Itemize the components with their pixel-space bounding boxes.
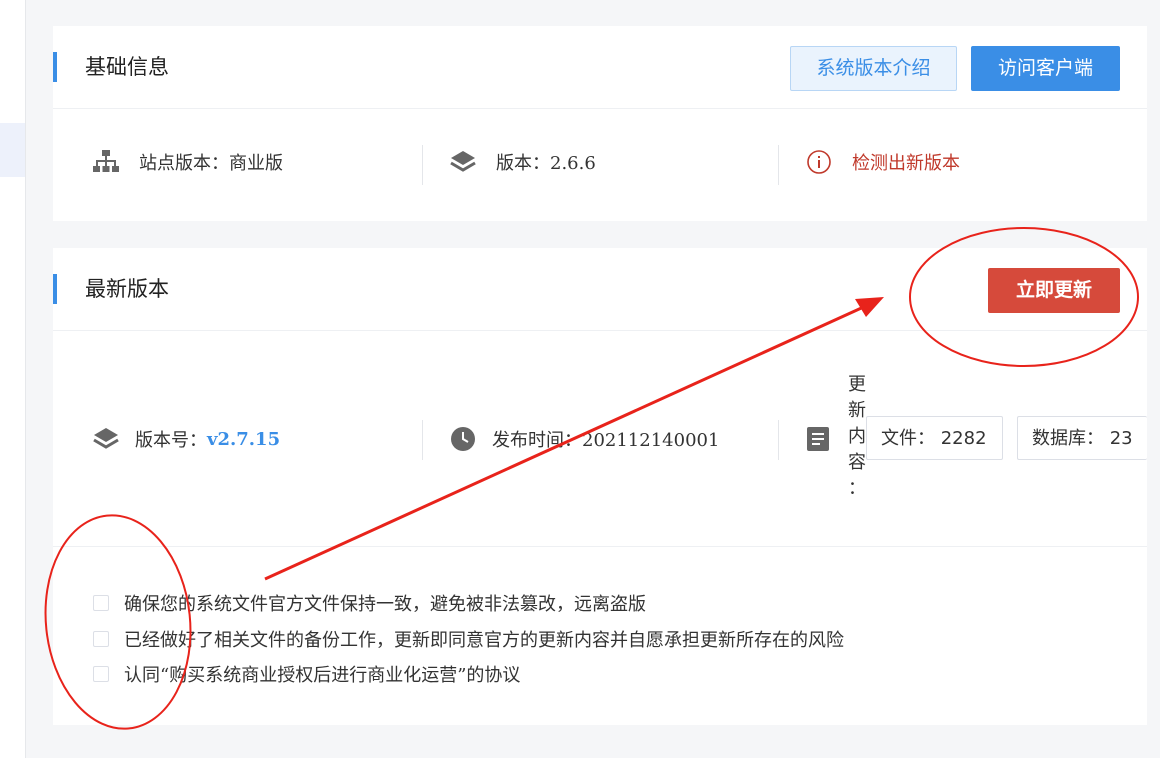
update-content-label: 更 新 内 容 ： — [848, 374, 866, 499]
title-accent-bar — [53, 52, 57, 82]
agreement-text: 确保您的系统文件官方文件保持一致，避免被非法篡改，远离盗版 — [124, 594, 646, 615]
agreement-checkbox-row[interactable]: 确保您的系统文件官方文件保持一致，避免被非法篡改，远离盗版 — [93, 590, 646, 616]
column-divider — [778, 420, 779, 460]
sidebar-active-item[interactable] — [0, 123, 25, 177]
left-sidebar — [0, 0, 26, 758]
title-accent-bar — [53, 274, 57, 304]
basic-info-row: 站点版本：商业版 版本：2.6.6 检测出新版本 — [53, 109, 1147, 221]
agreement-checkbox-row[interactable]: 已经做好了相关文件的备份工作，更新即同意官方的更新内容并自愿承担更新所存在的风险 — [93, 626, 844, 652]
agreement-checkbox-row[interactable]: 认同“购买系统商业授权后进行商业化运营”的协议 — [93, 661, 520, 687]
column-divider — [422, 145, 423, 185]
agreement-checkbox[interactable] — [93, 631, 109, 647]
latest-version-header: 最新版本 立即更新 — [53, 248, 1147, 331]
document-icon — [806, 426, 830, 452]
version-number-cell: 版本号： v2.7.15 — [93, 426, 280, 452]
column-divider — [422, 420, 423, 460]
visit-client-button[interactable]: 访问客户端 — [971, 46, 1120, 91]
version-number-label: 版本号： — [135, 430, 207, 451]
layers-icon — [450, 150, 476, 174]
release-time-text: 发布时间：202112140001 — [492, 430, 720, 451]
version-text: 版本：2.6.6 — [496, 153, 596, 174]
basic-info-card: 基础信息 系统版本介绍 访问客户端 站点版本：商业版 版本：2.6.6 检测出新… — [53, 26, 1147, 221]
new-version-alert[interactable]: 检测出新版本 — [806, 149, 960, 175]
agreement-text: 已经做好了相关文件的备份工作，更新即同意官方的更新内容并自愿承担更新所存在的风险 — [124, 630, 844, 651]
version-cell: 版本：2.6.6 — [450, 149, 596, 175]
release-time-cell: 发布时间：202112140001 — [450, 426, 719, 452]
agreement-checkbox[interactable] — [93, 666, 109, 682]
sitemap-icon — [93, 150, 119, 174]
version-number-value: v2.7.15 — [207, 428, 281, 450]
column-divider — [778, 145, 779, 185]
site-version-cell: 站点版本：商业版 — [93, 149, 283, 175]
basic-info-header: 基础信息 系统版本介绍 访问客户端 — [53, 26, 1147, 109]
info-circle-icon — [806, 149, 832, 175]
system-version-intro-button[interactable]: 系统版本介绍 — [790, 46, 957, 91]
clock-icon — [450, 426, 476, 452]
basic-info-title: 基础信息 — [85, 55, 169, 79]
latest-version-card: 最新版本 立即更新 版本号： v2.7.15 发布时间：202112140001 — [53, 248, 1147, 725]
agreement-text: 认同“购买系统商业授权后进行商业化运营”的协议 — [124, 665, 521, 686]
site-version-text: 站点版本：商业版 — [139, 153, 283, 174]
new-version-alert-text: 检测出新版本 — [852, 153, 960, 174]
database-count-tag: 数据库： 23 — [1017, 416, 1147, 460]
update-content-cell — [806, 426, 830, 452]
agreement-checkbox[interactable] — [93, 595, 109, 611]
latest-version-title: 最新版本 — [85, 277, 169, 301]
files-count-tag: 文件： 2282 — [866, 416, 1003, 460]
section-divider — [53, 546, 1147, 547]
update-now-button[interactable]: 立即更新 — [988, 268, 1120, 313]
layers-icon — [93, 427, 119, 451]
